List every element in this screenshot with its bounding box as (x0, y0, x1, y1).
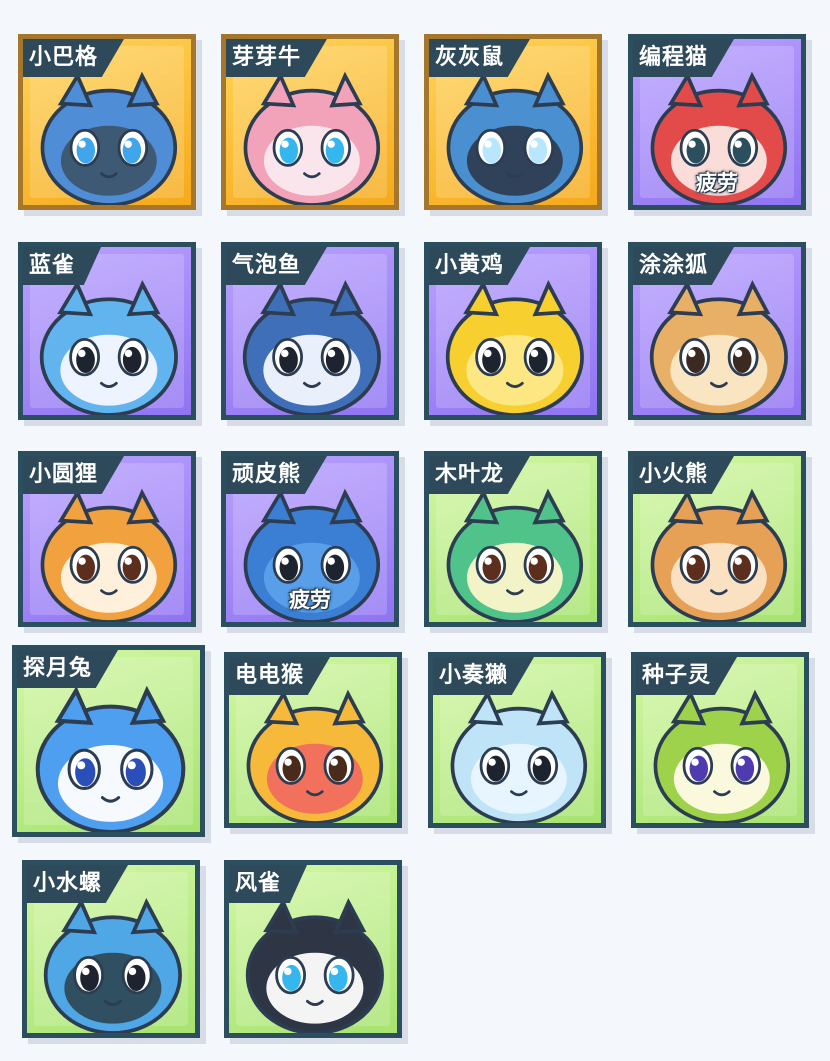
pet-card[interactable]: 电电猴 (224, 652, 402, 828)
pet-card[interactable]: 小水螺 (22, 860, 200, 1038)
pet-card[interactable]: 风雀 (224, 860, 402, 1038)
pet-card[interactable]: 涂涂狐 (628, 242, 806, 420)
pet-card[interactable]: 小奏獭 (428, 652, 606, 828)
pet-card[interactable]: 小圆狸 (18, 451, 196, 627)
pet-card[interactable]: 小黄鸡 (424, 242, 602, 420)
pet-card[interactable]: 灰灰鼠 (424, 34, 602, 210)
pet-card[interactable]: 编程猫 疲劳 (628, 34, 806, 210)
pet-card[interactable]: 顽皮熊 疲劳 (221, 451, 399, 627)
pet-card[interactable]: 小火熊 (628, 451, 806, 627)
pet-status-label: 疲劳 (289, 588, 331, 612)
pet-card[interactable]: 芽芽牛 (221, 34, 399, 210)
pet-card[interactable]: 种子灵 (631, 652, 809, 828)
pet-card[interactable]: 小巴格 (18, 34, 196, 210)
pet-card[interactable]: 蓝雀 (18, 242, 196, 420)
pet-card[interactable]: 探月兔 (12, 645, 205, 837)
pet-grid: 小巴格 芽芽牛 灰灰鼠 编程猫 疲劳蓝雀 气泡鱼 小黄鸡 涂涂狐小圆狸 顽皮熊 疲劳 木叶龙 小火熊探… (0, 0, 830, 1061)
pet-status-label: 疲劳 (696, 171, 738, 195)
pet-card[interactable]: 气泡鱼 (221, 242, 399, 420)
pet-card[interactable]: 木叶龙 (424, 451, 602, 627)
